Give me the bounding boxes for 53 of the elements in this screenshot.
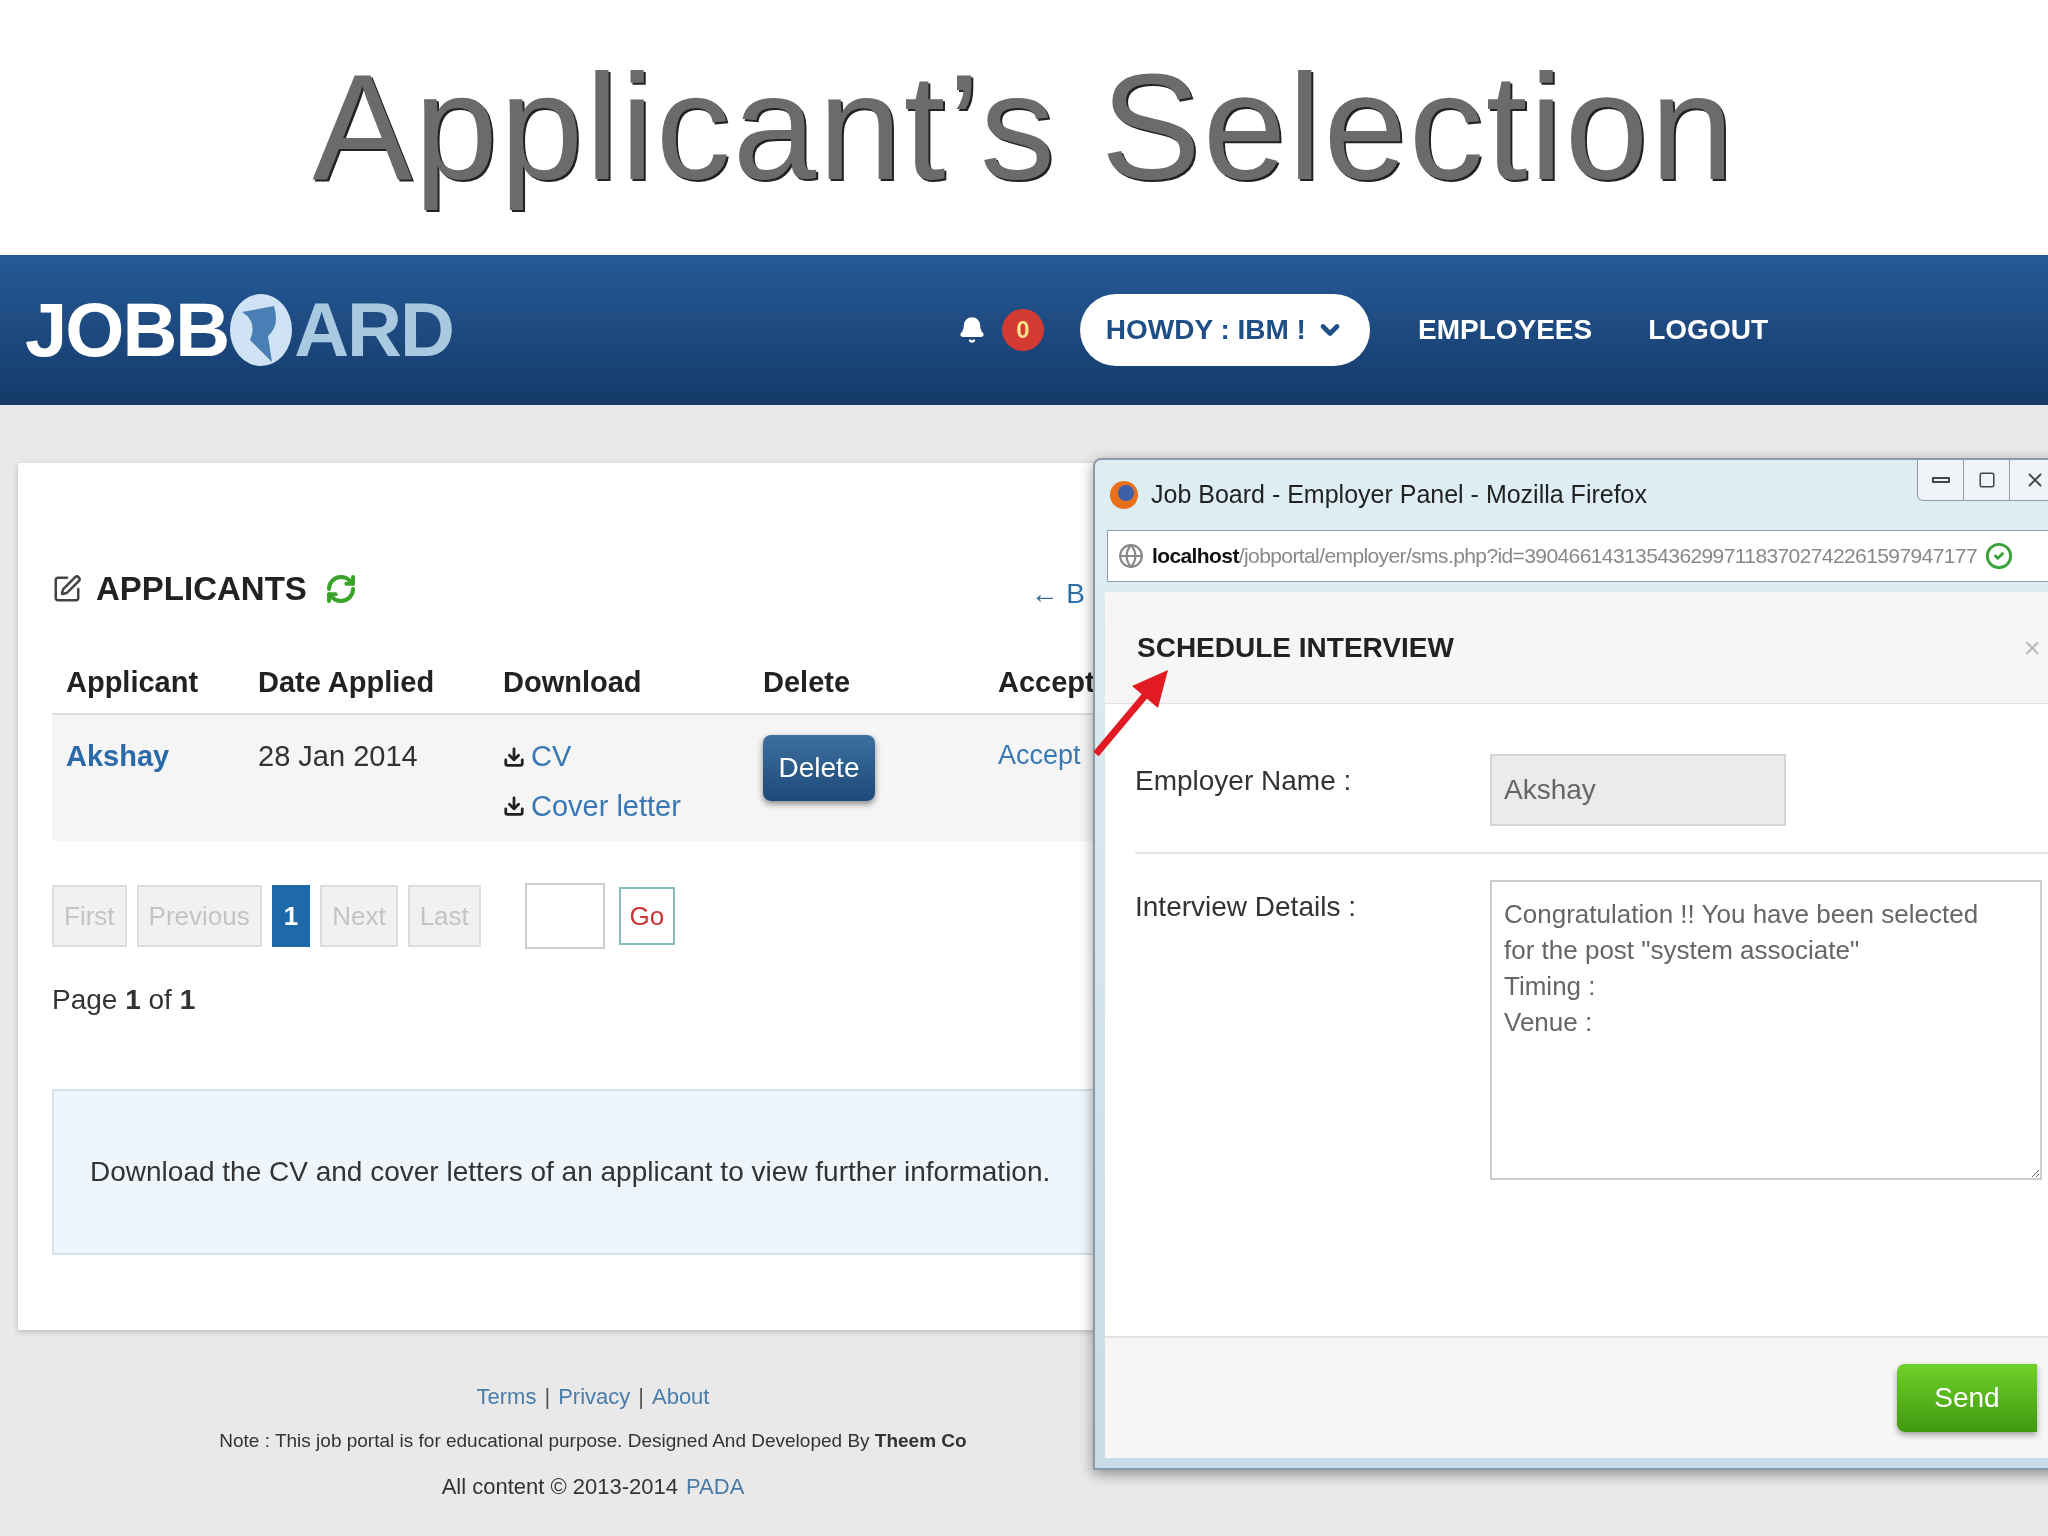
employer-name-field[interactable]: Akshay: [1490, 754, 1786, 826]
notification-bell-icon[interactable]: [957, 315, 986, 345]
footer-link[interactable]: About: [651, 1380, 710, 1413]
download-link[interactable]: Cover letter: [531, 784, 681, 828]
footer-link[interactable]: PADA: [686, 1469, 745, 1503]
separator: |: [638, 1383, 644, 1411]
table-cell: 28 Jan 2014: [258, 740, 418, 772]
delete-button[interactable]: Delete: [763, 735, 875, 801]
accept-link[interactable]: Accept: [998, 740, 1081, 770]
download-link[interactable]: CV: [531, 735, 572, 779]
column-header: Applicant: [65, 665, 200, 701]
info-text: Download the CV and cover letters of an applicant to view further information.: [90, 1155, 1051, 1189]
field-label: Interview Details :: [1135, 890, 1357, 924]
window-title: Job Board - Employer Panel - Mozilla Firefox: [1151, 479, 1648, 511]
globe-icon: [228, 292, 295, 368]
minimize-icon: [1931, 477, 1950, 483]
dialog-title: SCHEDULE INTERVIEW: [1137, 630, 1454, 665]
refresh-icon[interactable]: [324, 573, 357, 605]
footer-note: Note : This job portal is for educational purpose. Designed And Developed By Theem Co: [219, 1429, 967, 1453]
separator: |: [544, 1383, 551, 1411]
nav-link[interactable]: LOGOUT: [1648, 309, 1768, 351]
slide-title: Applicant’s Selection: [311, 42, 1737, 213]
user-menu-button[interactable]: HOWDY : IBM !: [1079, 294, 1370, 366]
back-link[interactable]: ← B: [1030, 573, 1085, 615]
url-text: localhost/jobportal/employer/sms.php?id=39046614313543629971183702742261597947177: [1152, 543, 1977, 570]
footer-link[interactable]: Terms: [476, 1380, 537, 1413]
send-button[interactable]: Send: [1897, 1364, 2037, 1432]
column-header: Delete: [762, 665, 852, 701]
nav-link[interactable]: EMPLOYEES: [1417, 309, 1593, 351]
edit-icon: [52, 574, 82, 604]
maximize-icon: [1977, 471, 1996, 489]
interview-details-field[interactable]: Congratulation !! You have been selected for the post "system associate" Timing : Venue :: [1490, 880, 2042, 1180]
column-header: Download: [502, 665, 643, 701]
globe-icon: [1118, 543, 1144, 569]
browser-logo-icon: [1109, 480, 1139, 510]
section-heading: APPLICANTS: [96, 569, 307, 610]
notification-badge[interactable]: 0: [1001, 309, 1044, 351]
logo-text: ARD: [294, 292, 453, 368]
column-header: Date Applied: [257, 665, 436, 701]
logo-text: JOBB: [25, 292, 229, 368]
download-icon: [503, 795, 525, 818]
column-header: Accept: [997, 665, 1094, 701]
pagination-button[interactable]: 1: [271, 885, 311, 947]
field-label: Employer Name :: [1135, 764, 1353, 798]
footer-link[interactable]: Privacy: [558, 1380, 631, 1413]
download-icon: [503, 745, 525, 768]
address-bar[interactable]: localhost/jobportal/employer/sms.php?id=39046614313543629971183702742261597947177: [1107, 530, 2048, 582]
page-info: Page 1 of 1: [52, 983, 197, 1017]
copyright-text: All content © 2013-2014: [441, 1472, 679, 1501]
applicant-link[interactable]: Akshay: [66, 740, 170, 772]
page-number-field[interactable]: [524, 883, 605, 949]
go-button[interactable]: Go: [618, 887, 675, 945]
secure-check-icon: [1984, 542, 2013, 570]
